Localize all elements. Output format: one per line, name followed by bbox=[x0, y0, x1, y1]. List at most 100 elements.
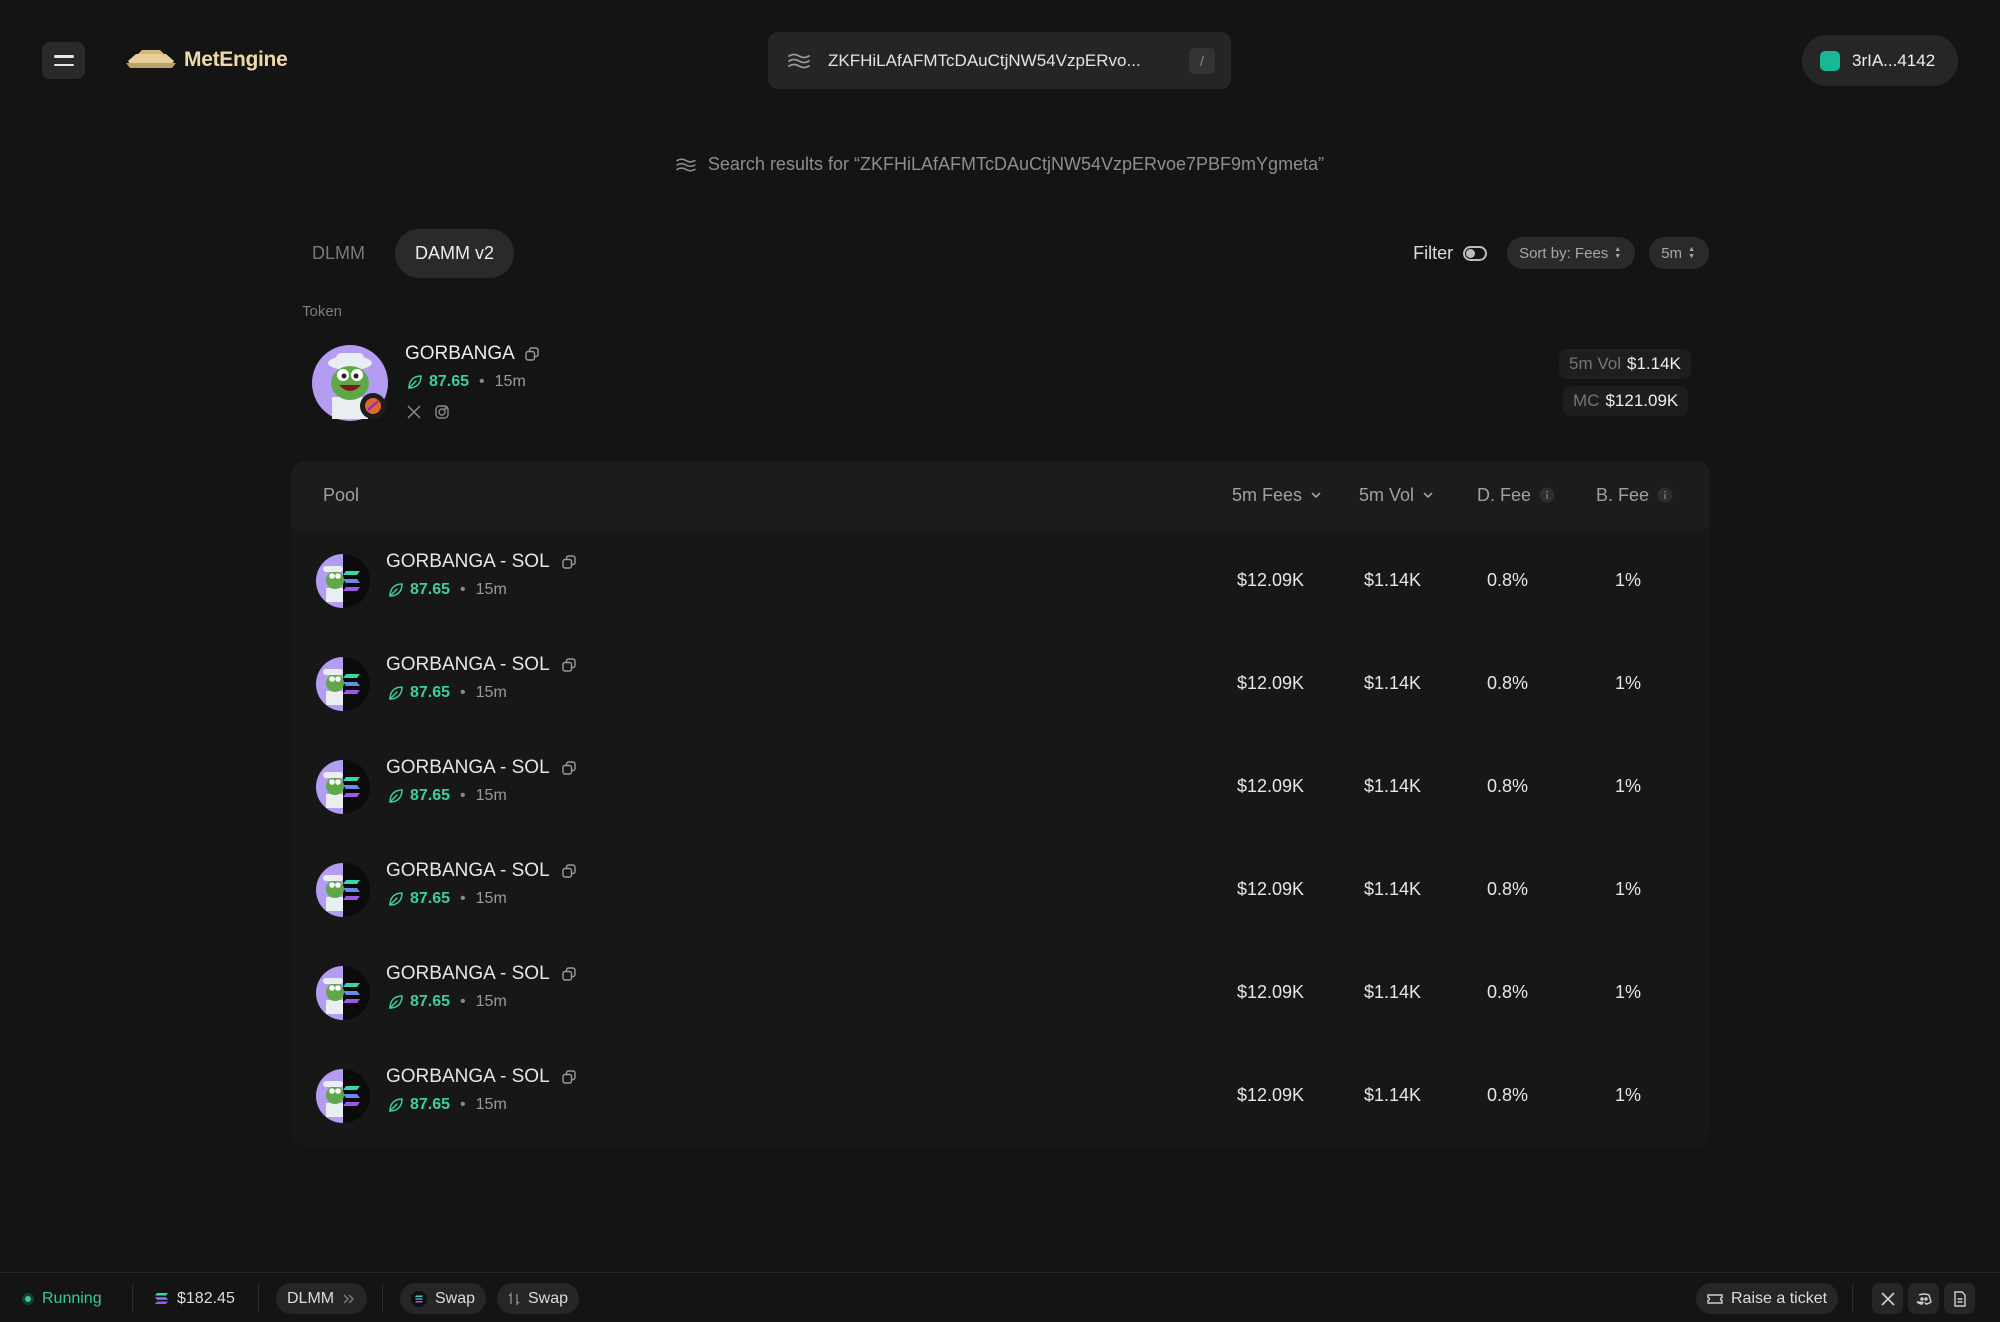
info-icon[interactable] bbox=[1539, 487, 1555, 503]
pair-icon bbox=[316, 966, 370, 1020]
pair-name-row: GORBANGA - SOL bbox=[386, 1066, 576, 1088]
filter-toggle[interactable]: Filter bbox=[1413, 243, 1488, 264]
wallet-avatar bbox=[1820, 50, 1840, 71]
token-name: GORBANGA bbox=[405, 343, 515, 364]
raise-ticket-label: Raise a ticket bbox=[1731, 1289, 1828, 1307]
table-row[interactable]: GORBANGA - SOL 87.65 • 15m $12.09K $1.14… bbox=[291, 838, 1710, 941]
tab-damm-v2[interactable]: DAMM v2 bbox=[395, 229, 515, 278]
swap-button[interactable]: Swap bbox=[497, 1283, 580, 1314]
divider bbox=[1852, 1284, 1853, 1312]
divider bbox=[382, 1284, 383, 1312]
cell-5m-vol: $1.14K bbox=[1364, 982, 1422, 1002]
chevron-updown-icon: ▲ ▼ bbox=[1614, 246, 1622, 260]
search-input[interactable] bbox=[828, 50, 1189, 71]
brand-name: MetEngine bbox=[184, 48, 288, 71]
cell-d-fee: 0.8% bbox=[1487, 982, 1529, 1002]
cell-5m-vol: $1.14K bbox=[1364, 776, 1422, 796]
wallet-button[interactable]: 3rIA...4142 bbox=[1802, 35, 1958, 86]
swap-button-solana[interactable]: Swap bbox=[400, 1283, 487, 1314]
pair-name: GORBANGA - SOL bbox=[386, 654, 550, 675]
table-row[interactable]: GORBANGA - SOL 87.65 • 15m $12.09K $1.14… bbox=[291, 735, 1710, 838]
pair-stats: 87.65 • 15m bbox=[388, 1096, 507, 1114]
cell-5m-fees: $12.09K bbox=[1237, 673, 1305, 693]
dot-separator: • bbox=[460, 890, 466, 907]
copy-icon[interactable] bbox=[561, 761, 576, 775]
copy-icon[interactable] bbox=[561, 967, 576, 981]
dot-separator: • bbox=[460, 581, 466, 598]
search-bar[interactable]: / bbox=[768, 32, 1231, 89]
timeframe-value: 5m bbox=[1661, 244, 1683, 262]
token-socials bbox=[406, 404, 450, 420]
column-header-d-fee[interactable]: D. Fee bbox=[1477, 461, 1555, 529]
x-social-button[interactable] bbox=[1872, 1283, 1903, 1314]
column-header-label: 5m Vol bbox=[1359, 484, 1415, 505]
chevron-down-icon bbox=[1311, 492, 1321, 499]
pair-name: GORBANGA - SOL bbox=[386, 860, 550, 881]
menu-button[interactable] bbox=[42, 42, 85, 79]
column-header-b-fee[interactable]: B. Fee bbox=[1596, 461, 1673, 529]
copy-icon[interactable] bbox=[561, 658, 576, 672]
copy-icon[interactable] bbox=[561, 864, 576, 878]
cell-5m-vol: $1.14K bbox=[1364, 570, 1422, 590]
discord-button[interactable] bbox=[1908, 1283, 1939, 1314]
pair-score: 87.65 bbox=[410, 684, 451, 701]
sol-price: $182.45 bbox=[154, 1283, 235, 1314]
x-icon bbox=[1880, 1291, 1895, 1306]
pool-table: Pool 5m Fees 5m Vol D. Fee B. Fee GORBAN… bbox=[291, 461, 1710, 1147]
dot-separator: • bbox=[479, 373, 485, 390]
cell-5m-fees: $12.09K bbox=[1237, 1085, 1305, 1105]
table-row[interactable]: GORBANGA - SOL 87.65 • 15m $12.09K $1.14… bbox=[291, 632, 1710, 735]
timeframe-select[interactable]: 5m ▲ ▼ bbox=[1649, 237, 1709, 269]
sort-select[interactable]: Sort by: Fees ▲ ▼ bbox=[1507, 237, 1636, 269]
x-icon[interactable] bbox=[406, 404, 422, 420]
chevron-updown-icon: ▲ ▼ bbox=[1688, 246, 1695, 260]
pair-name: GORBANGA - SOL bbox=[386, 1066, 550, 1087]
column-header-5m-fees[interactable]: 5m Fees bbox=[1232, 461, 1322, 529]
dot-separator: • bbox=[460, 993, 466, 1010]
cell-b-fee: 1% bbox=[1615, 776, 1642, 796]
ticket-icon bbox=[1707, 1293, 1723, 1304]
table-row[interactable]: GORBANGA - SOL 87.65 • 15m $12.09K $1.14… bbox=[291, 941, 1710, 1044]
table-row[interactable]: GORBANGA - SOL 87.65 • 15m $12.09K $1.14… bbox=[291, 529, 1710, 632]
sort-label: Sort by: Fees bbox=[1519, 244, 1609, 262]
docs-button[interactable] bbox=[1944, 1283, 1975, 1314]
pair-score: 87.65 bbox=[410, 993, 451, 1010]
status-text: Running bbox=[42, 1289, 102, 1307]
pair-age: 15m bbox=[475, 787, 507, 804]
table-row[interactable]: GORBANGA - SOL 87.65 • 15m $12.09K $1.14… bbox=[291, 1044, 1710, 1147]
cell-5m-vol: $1.14K bbox=[1364, 673, 1422, 693]
volume-label: 5m Vol bbox=[1569, 354, 1621, 373]
column-header-pool: Pool bbox=[323, 461, 359, 529]
token-score: 87.65 bbox=[429, 373, 470, 390]
status-bar: Running $182.45 DLMM Swap Swap Raise a t… bbox=[0, 1272, 2000, 1322]
pair-icon bbox=[316, 863, 370, 917]
raise-ticket-button[interactable]: Raise a ticket bbox=[1696, 1283, 1839, 1314]
leaf-icon bbox=[389, 1098, 403, 1112]
copy-icon[interactable] bbox=[525, 347, 539, 361]
copy-icon[interactable] bbox=[561, 1070, 576, 1084]
cell-b-fee: 1% bbox=[1615, 1085, 1642, 1105]
document-icon bbox=[1953, 1290, 1966, 1307]
pair-name: GORBANGA - SOL bbox=[386, 551, 550, 572]
dot-separator: • bbox=[460, 1096, 466, 1113]
pair-age: 15m bbox=[475, 890, 507, 907]
cell-d-fee: 0.8% bbox=[1487, 570, 1529, 590]
cell-b-fee: 1% bbox=[1615, 879, 1642, 899]
search-results-caption: Search results for “ZKFHiLAfAFMTcDAuCtjN… bbox=[0, 154, 2000, 175]
volume-value: $1.14K bbox=[1626, 354, 1681, 373]
instagram-icon[interactable] bbox=[434, 404, 450, 420]
copy-icon[interactable] bbox=[561, 555, 576, 569]
discord-icon bbox=[1916, 1292, 1932, 1305]
cell-d-fee: 0.8% bbox=[1487, 673, 1529, 693]
column-header-5m-vol[interactable]: 5m Vol bbox=[1359, 461, 1434, 529]
pair-score: 87.65 bbox=[410, 581, 451, 598]
dlmm-quick-button[interactable]: DLMM bbox=[276, 1283, 368, 1314]
dot-separator: • bbox=[460, 787, 466, 804]
divider bbox=[258, 1284, 259, 1312]
info-icon[interactable] bbox=[1657, 487, 1673, 503]
tab-dlmm[interactable]: DLMM bbox=[292, 229, 385, 278]
token-avatar bbox=[312, 345, 388, 421]
token-name-row: GORBANGA bbox=[405, 343, 539, 365]
pair-age: 15m bbox=[475, 581, 507, 598]
brand-logo[interactable]: MetEngine bbox=[124, 44, 288, 76]
